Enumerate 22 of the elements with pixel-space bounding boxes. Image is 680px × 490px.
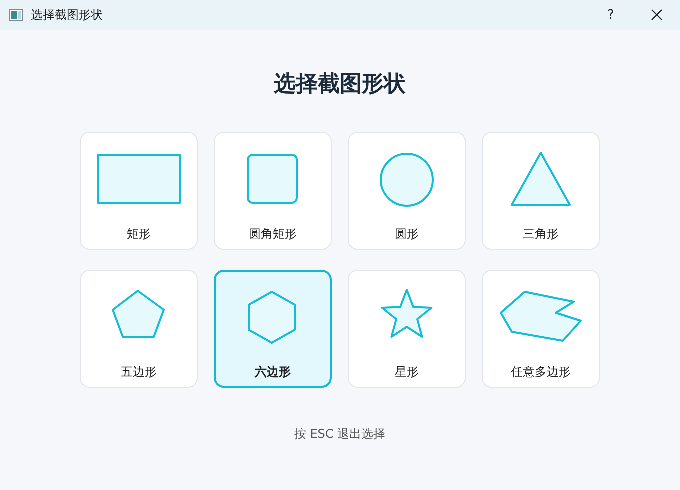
rounded-rectangle-icon [247,154,298,204]
dialog-heading: 选择截图形状 [274,71,406,99]
window-title: 选择截图形状 [31,6,103,24]
shape-option[interactable]: 星形 [348,270,466,388]
circle-icon [380,153,434,207]
star-icon [381,289,433,338]
rectangle-icon [97,154,181,204]
triangle-icon [511,152,571,206]
shape-option[interactable]: 六边形 [214,270,332,388]
close-icon [651,9,663,21]
shape-option[interactable]: 任意多边形 [482,270,600,388]
shape-option[interactable]: 矩形 [80,132,198,250]
hexagon-icon [248,291,296,344]
shape-option[interactable]: 圆形 [348,132,466,250]
help-button[interactable]: ? [588,0,634,30]
app-icon [9,9,23,21]
pentagon-icon [112,290,165,338]
shape-option[interactable]: 五边形 [80,270,198,388]
hint-text: 按 ESC 退出选择 [294,426,386,443]
shape-option[interactable]: 圆角矩形 [214,132,332,250]
polygon-icon [500,291,582,342]
shape-option[interactable]: 三角形 [482,132,600,250]
